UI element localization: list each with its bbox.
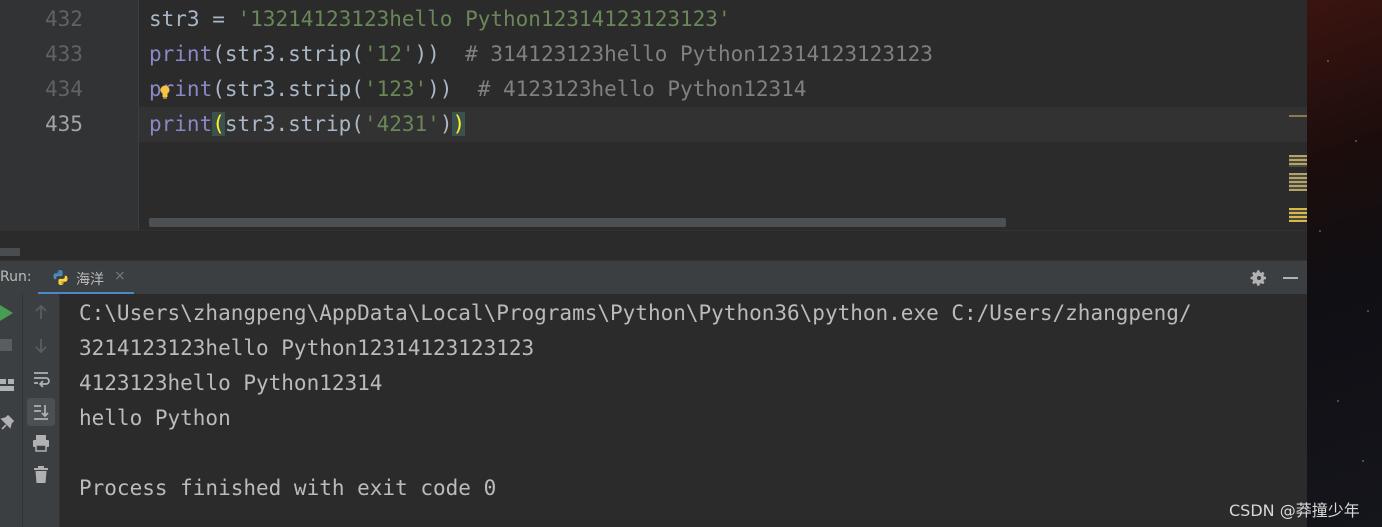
python-icon (53, 270, 68, 285)
code-token: print (149, 42, 213, 66)
watermark: CSDN @莽撞少年 (1229, 501, 1360, 520)
code-editor[interactable]: 432 433 434 435 str3 = '13214123123hello Py… (0, 0, 1307, 230)
code-token: '12' (363, 42, 415, 66)
code-token: )) (427, 77, 478, 101)
horizontal-scrollbar[interactable] (149, 218, 1006, 227)
line-number: 432 (45, 7, 83, 31)
run-toolbar-primary (0, 294, 23, 527)
error-stripe-mark[interactable] (1289, 208, 1307, 222)
code-line[interactable]: print(str3.strip('123')) # 4123123hello … (149, 72, 806, 107)
line-number: 433 (45, 42, 83, 66)
error-stripe-mark[interactable] (1289, 173, 1307, 191)
panel-splitter[interactable] (0, 230, 1307, 261)
arrow-down-icon[interactable] (33, 338, 49, 354)
pin-icon[interactable] (0, 415, 14, 431)
console-line: 4123123hello Python12314 (79, 371, 383, 395)
line-number: 435 (45, 112, 83, 136)
code-token: '123' (363, 77, 428, 101)
console-line: 3214123123hello Python12314123123123 (79, 336, 535, 360)
console-line: hello Python (79, 406, 231, 430)
console-line: Process finished with exit code 0 (79, 476, 497, 500)
gear-icon[interactable] (1249, 268, 1269, 288)
code-token: ( (212, 112, 225, 136)
trash-icon[interactable] (33, 466, 49, 484)
run-toolbar-secondary (23, 294, 60, 527)
code-token: ) (452, 112, 466, 136)
code-token: '4231' (363, 112, 440, 136)
soft-wrap-icon[interactable] (32, 370, 50, 388)
minimize-icon[interactable] (1283, 277, 1298, 279)
run-tool-window-header: Run: 海洋 × (0, 260, 1307, 296)
error-stripe-mark[interactable] (1289, 115, 1307, 117)
arrow-up-icon[interactable] (33, 304, 49, 320)
code-line[interactable]: print(str3.strip('4231')) (149, 107, 466, 142)
run-tab-label: 海洋 (76, 272, 104, 288)
error-stripe-mark[interactable] (1289, 155, 1307, 167)
left-tool-strip (0, 0, 36, 230)
run-label: Run: (0, 269, 32, 285)
code-token: str3 = (149, 7, 238, 31)
lightbulb-icon[interactable] (159, 85, 171, 99)
scroll-to-end-toggle[interactable] (27, 398, 55, 426)
line-number: 434 (45, 77, 83, 101)
code-token: # 314123123hello Python12314123123123 (465, 42, 933, 66)
code-token: # 4123123hello Python12314 (477, 77, 807, 101)
stop-icon[interactable] (0, 339, 12, 351)
print-icon[interactable] (32, 434, 50, 452)
layout-icon[interactable] (0, 378, 14, 392)
run-tab[interactable]: 海洋 × (38, 261, 134, 295)
code-token: ) (439, 112, 453, 136)
code-token: (str3.strip( (212, 77, 364, 101)
console-line: C:\Users\zhangpeng\AppData\Local\Program… (79, 301, 1192, 325)
code-token: (str3.strip( (212, 42, 364, 66)
code-token: str3.strip( (224, 112, 364, 136)
close-icon[interactable]: × (114, 268, 126, 284)
background-image-edge (1307, 0, 1382, 527)
code-token: print (149, 112, 213, 136)
code-line[interactable]: str3 = '13214123123hello Python123141231… (149, 2, 731, 37)
code-token: )) (414, 42, 466, 66)
scroll-to-end-icon (34, 405, 49, 420)
code-token: '13214123123hello Python12314123123123' (237, 7, 731, 31)
code-line[interactable]: print(str3.strip('12')) # 314123123hello… (149, 37, 933, 72)
splitter-handle[interactable] (0, 248, 20, 256)
rerun-icon[interactable] (0, 305, 14, 321)
